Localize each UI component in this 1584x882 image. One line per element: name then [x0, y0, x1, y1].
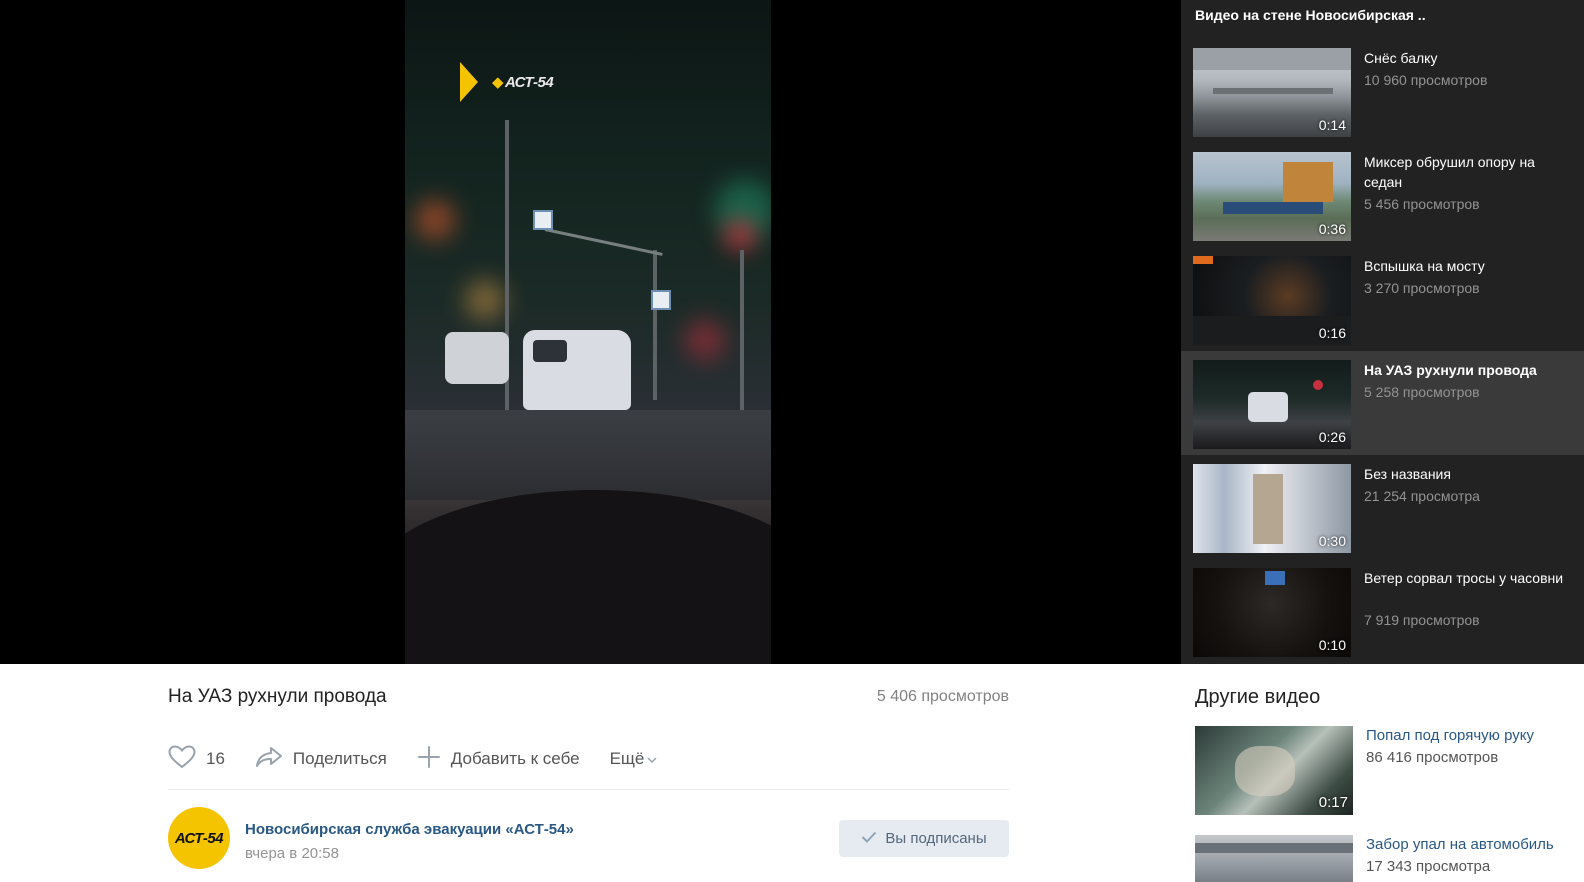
channel-watermark: ◆ АСТ-54 — [460, 62, 554, 102]
playlist-item-views: 3 270 просмотров — [1364, 280, 1480, 296]
other-video-item[interactable]: 0:17 Попал под горячую руку 86 416 просм… — [1195, 726, 1575, 816]
like-count: 16 — [206, 749, 225, 768]
owner-avatar[interactable]: АСТ-54 — [168, 807, 230, 869]
playlist-thumbnail[interactable]: 0:26 — [1193, 360, 1351, 449]
playlist-thumbnail[interactable]: 0:30 — [1193, 464, 1351, 553]
playlist-item-views: 21 254 просмотра — [1364, 488, 1480, 504]
more-label: Ещё — [609, 749, 645, 768]
video-page: ◆ АСТ-54 Видео на стене Новосибирская .. … — [0, 0, 1584, 882]
subscribed-label: Вы подписаны — [885, 830, 987, 847]
action-bar: 16 Поделиться Добавить к себе Ещё — [168, 744, 697, 774]
other-videos-title: Другие видео — [1195, 686, 1321, 708]
playlist-thumbnail[interactable]: 0:14 — [1193, 48, 1351, 137]
video-player[interactable]: ◆ АСТ-54 — [0, 0, 1181, 664]
playlist-item-title[interactable]: Без названия — [1364, 464, 1569, 484]
duration-badge: 0:16 — [1318, 325, 1346, 341]
like-button[interactable]: 16 — [168, 744, 225, 774]
playlist-item[interactable]: 0:36 Миксер обрушил опору на седан 5 456… — [1181, 143, 1584, 247]
share-label: Поделиться — [292, 749, 387, 768]
chevron-down-icon — [647, 749, 667, 769]
share-arrow-icon — [255, 746, 293, 773]
other-video-thumbnail[interactable]: 0:17 — [1195, 726, 1353, 815]
playlist-sidebar: Видео на стене Новосибирская .. 0:14 Снё… — [1181, 0, 1584, 664]
check-icon — [861, 830, 877, 847]
playlist-item-title[interactable]: Вспышка на мосту — [1364, 256, 1569, 276]
playlist-item-title[interactable]: Миксер обрушил опору на седан — [1364, 152, 1569, 192]
duration-badge: 0:26 — [1318, 429, 1346, 445]
video-frame[interactable]: ◆ АСТ-54 — [405, 0, 771, 664]
more-button[interactable]: Ещё — [610, 749, 668, 769]
duration-badge: 0:30 — [1318, 533, 1346, 549]
plus-icon — [417, 745, 451, 774]
playlist-item-views: 7 919 просмотров — [1364, 612, 1480, 628]
video-views: 5 406 просмотров — [876, 688, 1009, 705]
playlist-thumbnail[interactable]: 0:36 — [1193, 152, 1351, 241]
avatar-text: АСТ-54 — [174, 829, 224, 847]
add-to-mine-button[interactable]: Добавить к себе — [417, 745, 580, 774]
playlist-title: Видео на стене Новосибирская .. — [1195, 7, 1426, 23]
playlist-item[interactable]: 0:16 Вспышка на мосту 3 270 просмотров — [1181, 247, 1584, 351]
add-label: Добавить к себе — [450, 749, 580, 768]
playlist-item-views: 5 258 просмотров — [1364, 384, 1480, 400]
playlist-item-title[interactable]: Ветер сорвал тросы у часовни — [1364, 568, 1569, 588]
duration-badge: 0:17 — [1318, 794, 1348, 811]
playlist-item-title[interactable]: На УАЗ рухнули провода — [1364, 360, 1569, 380]
duration-badge: 0:14 — [1318, 117, 1346, 133]
playlist-item-views: 10 960 просмотров — [1364, 72, 1488, 88]
other-videos: Другие видео 0:17 Попал под горячую руку… — [1181, 664, 1584, 882]
playlist-item-active[interactable]: 0:26 На УАЗ рухнули провода 5 258 просмо… — [1181, 351, 1584, 455]
divider — [168, 789, 1009, 790]
playlist-item-views: 5 456 просмотров — [1364, 196, 1480, 212]
owner-name-link[interactable]: Новосибирская служба эвакуации «АСТ-54» — [245, 821, 574, 838]
playlist-thumbnail[interactable]: 0:16 — [1193, 256, 1351, 345]
other-video-views: 17 343 просмотра — [1366, 858, 1491, 875]
other-video-views: 86 416 просмотров — [1366, 749, 1499, 766]
post-time[interactable]: вчера в 20:58 — [245, 845, 339, 862]
other-video-title[interactable]: Попал под горячую руку — [1366, 727, 1534, 744]
playlist-item[interactable]: 0:10 Ветер сорвал тросы у часовни 7 919 … — [1181, 559, 1584, 663]
playlist-item-title[interactable]: Снёс балку — [1364, 48, 1569, 68]
duration-badge: 0:36 — [1318, 221, 1346, 237]
duration-badge: 0:10 — [1318, 637, 1346, 653]
heart-icon — [168, 744, 206, 774]
playlist-item[interactable]: 0:14 Снёс балку 10 960 просмотров — [1181, 39, 1584, 143]
other-video-thumbnail[interactable] — [1195, 835, 1353, 882]
video-title: На УАЗ рухнули провода — [168, 686, 387, 707]
playlist-thumbnail[interactable]: 0:10 — [1193, 568, 1351, 657]
share-button[interactable]: Поделиться — [255, 746, 387, 773]
playlist-item[interactable]: 0:30 Без названия 21 254 просмотра — [1181, 455, 1584, 559]
subscribed-button[interactable]: Вы подписаны — [839, 820, 1009, 857]
other-video-title[interactable]: Забор упал на автомобиль — [1366, 836, 1554, 853]
other-video-item[interactable]: Забор упал на автомобиль 17 343 просмотр… — [1195, 835, 1575, 882]
